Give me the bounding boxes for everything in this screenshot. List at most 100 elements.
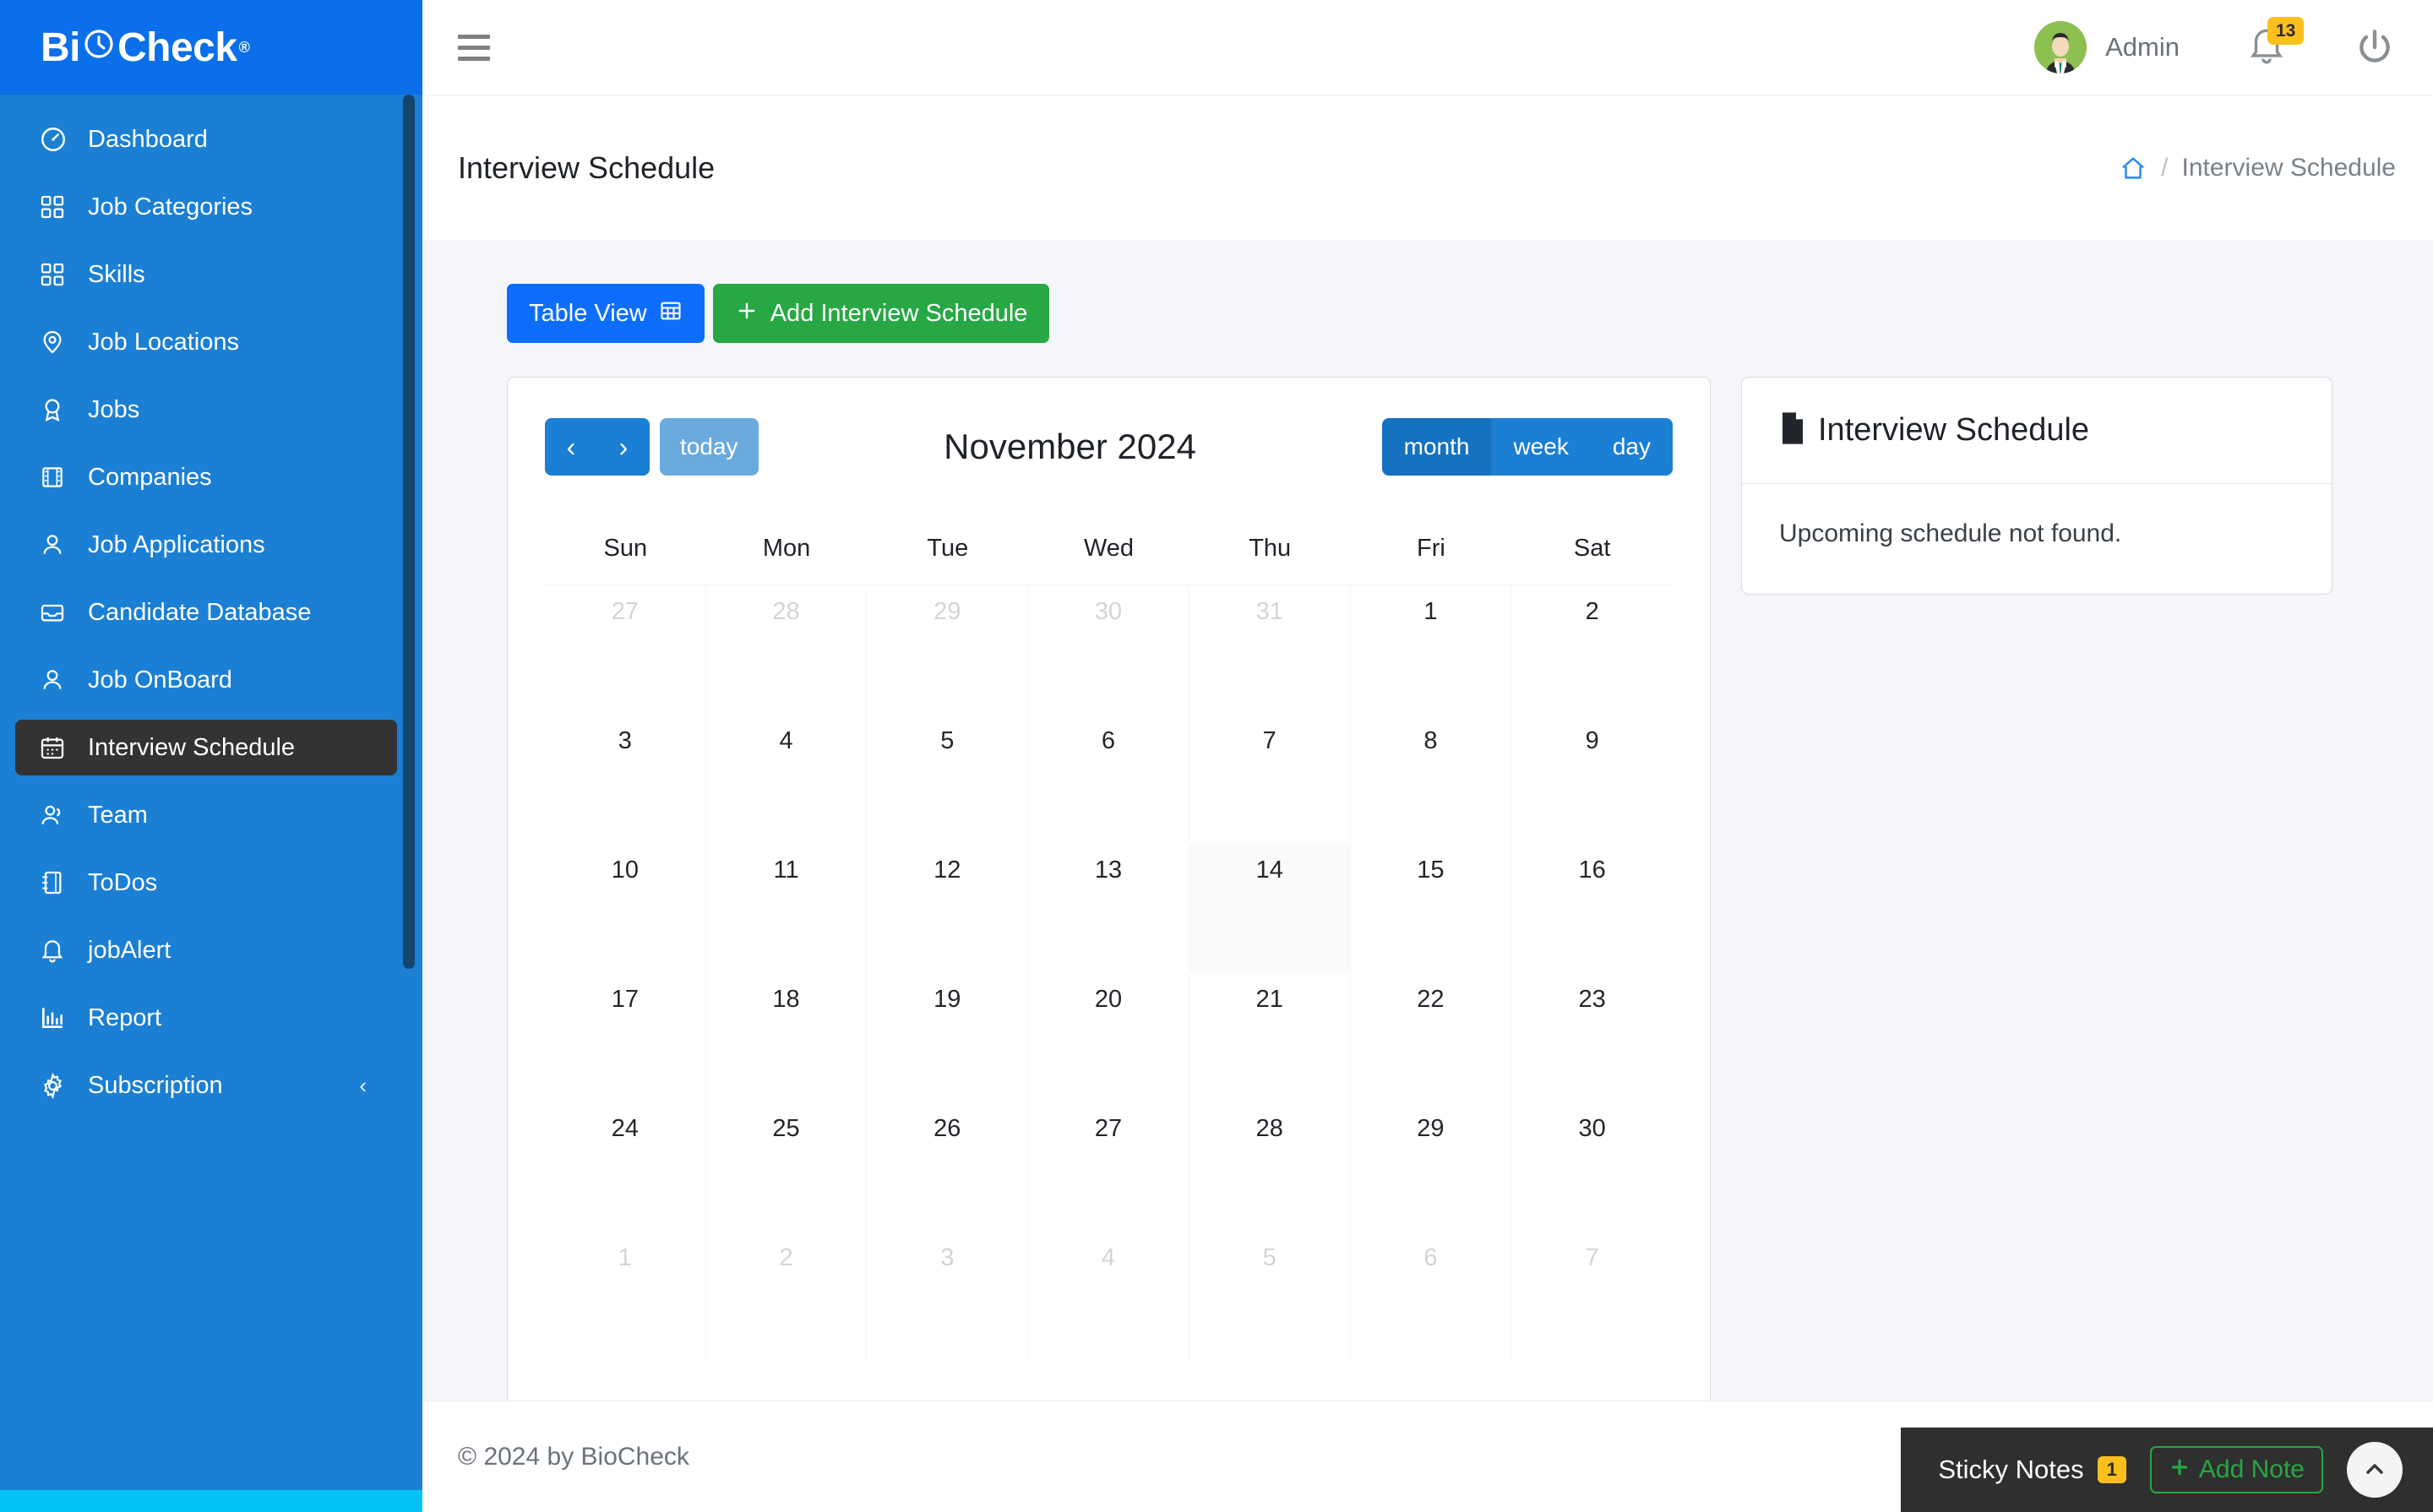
calendar-day-cell-today[interactable]: 14 (1189, 844, 1351, 973)
calendar-day-cell[interactable]: 8 (1351, 715, 1512, 844)
sidebar-item-job-onboard[interactable]: Job OnBoard (0, 652, 397, 708)
calendar-view-month[interactable]: month (1381, 418, 1492, 476)
calendar-day-cell[interactable]: 1 (1351, 585, 1512, 715)
calendar-day-cell[interactable]: 15 (1351, 844, 1512, 973)
sidebar-item-job-locations[interactable]: Job Locations (0, 314, 397, 370)
calendar-day-cell[interactable]: 26 (867, 1102, 1029, 1232)
table-view-button[interactable]: Table View (507, 284, 705, 343)
user-icon (39, 531, 74, 558)
sidebar-item-job-categories[interactable]: Job Categories (0, 179, 397, 235)
day-number: 17 (611, 986, 639, 1013)
page-header: Interview Schedule / Interview Schedule (422, 95, 2433, 240)
brand-logo[interactable]: Bi Check ® (0, 0, 422, 95)
calendar-day-cell[interactable]: 27 (1028, 1102, 1189, 1232)
calendar-day-cell[interactable]: 20 (1028, 973, 1189, 1102)
day-number: 3 (618, 727, 632, 754)
calendar-day-cell[interactable]: 17 (545, 973, 706, 1102)
sticky-notes-label-group[interactable]: Sticky Notes 1 (1938, 1455, 2126, 1485)
scroll-to-top-button[interactable] (2347, 1442, 2403, 1498)
calendar-week-row: 10 11 12 13 14 15 16 (545, 844, 1673, 973)
sticky-notes-label: Sticky Notes (1938, 1455, 2084, 1484)
sidebar-item-label: Report (88, 1003, 162, 1031)
calendar-day-cell[interactable]: 28 (706, 585, 868, 715)
calendar-day-cell[interactable]: 1 (545, 1232, 706, 1361)
calendar-day-cell[interactable]: 24 (545, 1102, 706, 1232)
sidebar-item-jobalert[interactable]: jobAlert (0, 922, 397, 978)
calendar-day-cell[interactable]: 16 (1511, 844, 1673, 973)
calendar-day-cell[interactable]: 4 (1028, 1232, 1189, 1361)
calendar-view-week[interactable]: week (1491, 418, 1591, 476)
calendar-day-cell[interactable]: 27 (545, 585, 706, 715)
calendar-day-cell[interactable]: 31 (1189, 585, 1351, 715)
table-view-label: Table View (529, 299, 647, 327)
bell-icon (39, 937, 74, 964)
day-number: 31 (1255, 598, 1283, 625)
content-area: Table View Add Interview Schedule ‹ › to… (422, 240, 2433, 1401)
calendar-today-button[interactable]: today (660, 418, 759, 476)
calendar-day-cell[interactable]: 12 (867, 844, 1029, 973)
calendar-day-cell[interactable]: 13 (1028, 844, 1189, 973)
calendar-day-cell[interactable]: 23 (1511, 973, 1673, 1102)
sidebar-item-skills[interactable]: Skills (0, 247, 397, 302)
calendar-day-cell[interactable]: 22 (1351, 973, 1512, 1102)
sidebar-item-dashboard[interactable]: Dashboard (0, 111, 397, 167)
calendar-day-cell[interactable]: 3 (867, 1232, 1029, 1361)
add-note-button[interactable]: Add Note (2149, 1446, 2323, 1493)
calendar-day-cell[interactable]: 5 (867, 715, 1029, 844)
calendar-day-cell[interactable]: 7 (1511, 1232, 1673, 1361)
calendar-day-cell[interactable]: 29 (867, 585, 1029, 715)
calendar-day-cell[interactable]: 29 (1351, 1102, 1512, 1232)
calendar-day-cell[interactable]: 9 (1511, 715, 1673, 844)
page-title: Interview Schedule (458, 150, 716, 185)
day-number: 24 (611, 1115, 639, 1142)
calendar-day-cell[interactable]: 19 (867, 973, 1029, 1102)
sidebar-item-team[interactable]: Team (0, 787, 397, 843)
calendar-day-cell[interactable]: 30 (1028, 585, 1189, 715)
calendar-day-cell[interactable]: 5 (1189, 1232, 1351, 1361)
sidebar-item-companies[interactable]: Companies (0, 449, 397, 505)
calendar-day-cell[interactable]: 10 (545, 844, 706, 973)
sidebar-item-subscription[interactable]: Subscription ‹ (0, 1058, 397, 1113)
upcoming-schedule-empty-message: Upcoming schedule not found. (1779, 519, 2122, 547)
calendar-day-cell[interactable]: 30 (1511, 1102, 1673, 1232)
calendar-day-cell[interactable]: 2 (706, 1232, 868, 1361)
award-icon (39, 396, 74, 423)
calendar-day-cell[interactable]: 28 (1189, 1102, 1351, 1232)
calendar-next-button[interactable]: › (597, 418, 650, 476)
add-interview-schedule-button[interactable]: Add Interview Schedule (712, 284, 1050, 343)
calendar-day-cell[interactable]: 4 (706, 715, 868, 844)
brand-text-part1: Bi (41, 24, 81, 70)
day-number: 7 (1262, 727, 1276, 754)
calendar-day-cell[interactable]: 2 (1511, 585, 1673, 715)
calendar-prev-button[interactable]: ‹ (545, 418, 597, 476)
sidebar-item-todos[interactable]: ToDos (0, 855, 397, 911)
power-icon[interactable] (2354, 26, 2396, 68)
home-icon[interactable] (2119, 154, 2147, 182)
sidebar-item-report[interactable]: Report (0, 990, 397, 1046)
sidebar-item-jobs[interactable]: Jobs (0, 382, 397, 438)
sidebar-item-interview-schedule[interactable]: Interview Schedule (15, 720, 397, 775)
breadcrumb-current: Interview Schedule (2181, 153, 2396, 182)
calendar-view-day[interactable]: day (1590, 418, 1673, 476)
day-number: 30 (1094, 598, 1123, 625)
avatar[interactable] (2034, 21, 2087, 73)
calendar-day-cell[interactable]: 6 (1351, 1232, 1512, 1361)
calendar-day-cell[interactable]: 21 (1189, 973, 1351, 1102)
calendar-day-cell[interactable]: 7 (1189, 715, 1351, 844)
hamburger-icon[interactable] (458, 29, 495, 66)
upcoming-schedule-card: Interview Schedule Upcoming schedule not… (1741, 377, 2332, 595)
day-number: 28 (1255, 1115, 1283, 1142)
calendar-day-cell[interactable]: 6 (1028, 715, 1189, 844)
sidebar-item-label: Dashboard (88, 125, 208, 153)
sidebar-scrollbar[interactable] (403, 95, 415, 969)
day-number: 18 (772, 986, 800, 1013)
calendar-day-cell[interactable]: 11 (706, 844, 868, 973)
plus-icon (2169, 1456, 2191, 1483)
day-number: 4 (1101, 1244, 1116, 1271)
calendar-day-cell[interactable]: 18 (706, 973, 868, 1102)
notifications-button[interactable]: 13 (2245, 17, 2305, 71)
sidebar-item-candidate-database[interactable]: Candidate Database (0, 585, 397, 640)
sidebar-item-job-applications[interactable]: Job Applications (0, 517, 397, 573)
calendar-day-cell[interactable]: 25 (706, 1102, 868, 1232)
calendar-day-cell[interactable]: 3 (545, 715, 706, 844)
